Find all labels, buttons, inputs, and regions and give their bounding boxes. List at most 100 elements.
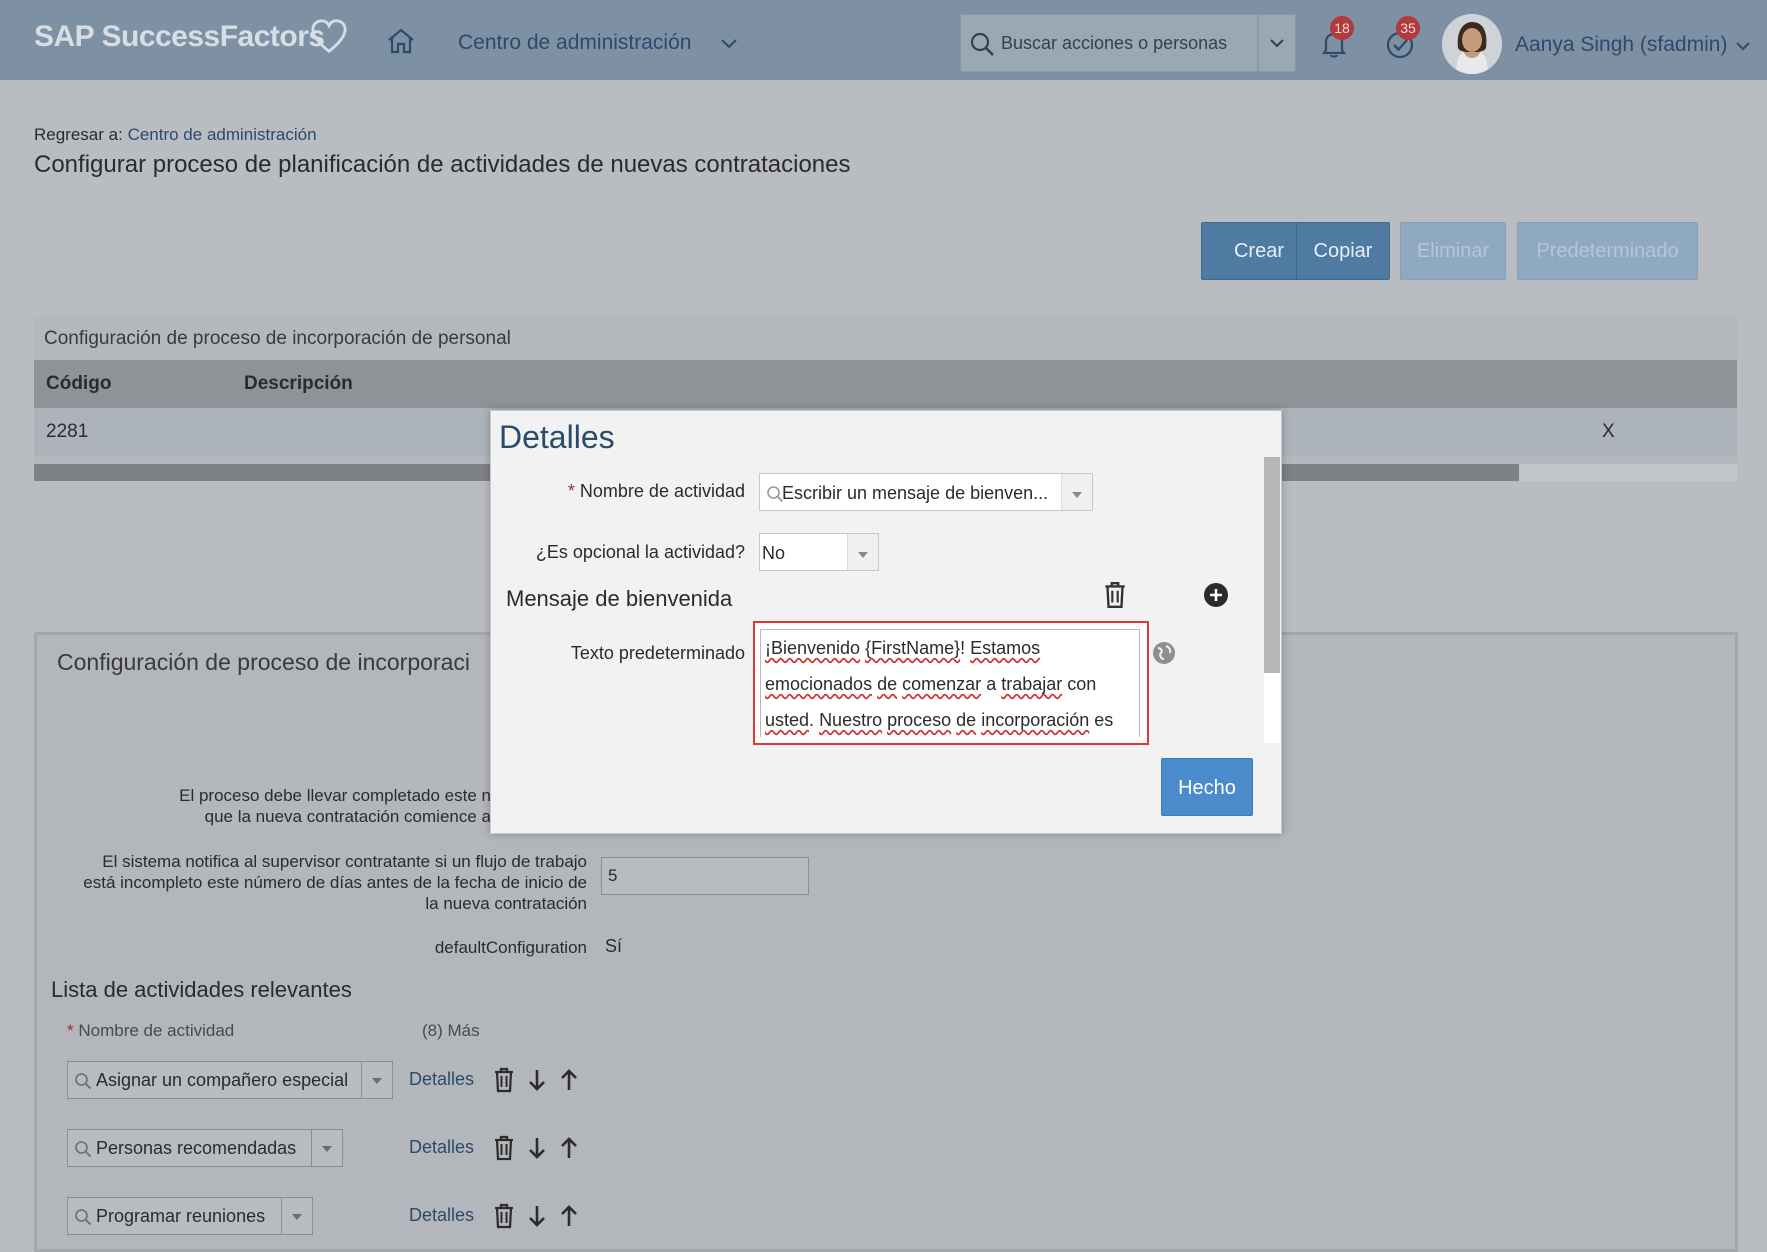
default-text-label: Texto predeterminado <box>570 643 745 663</box>
dialog-title: Detalles <box>499 419 615 455</box>
optional-label: ¿Es opcional la actividad? <box>535 542 745 562</box>
user-name[interactable]: Aanya Singh (sfadmin) <box>1515 33 1727 57</box>
dropdown-arrow[interactable] <box>281 1198 312 1234</box>
activity-details-link[interactable]: Detalles <box>409 1069 474 1090</box>
row-extra-value: X <box>1602 421 1615 442</box>
activity-combo-1[interactable]: Asignar un compañero especial <box>67 1061 393 1099</box>
trash-icon[interactable] <box>493 1203 515 1229</box>
more-activities-count[interactable]: (8) Más <box>422 1021 480 1041</box>
activity-name-combo[interactable]: Escribir un mensaje de bienven... <box>759 473 1093 511</box>
search-input[interactable]: Buscar acciones o personas <box>960 14 1258 72</box>
optional-select[interactable]: No <box>759 533 879 571</box>
details-dialog: Detalles * Nombre de actividad Escribir … <box>490 410 1282 834</box>
text-word: usted <box>765 710 810 730</box>
caret-down-icon <box>292 1214 302 1220</box>
default-text-highlight: ¡Bienvenido {FirstName}! Estamos emocion… <box>753 621 1149 745</box>
text-word: comenzar <box>902 674 982 694</box>
activity-name: Asignar un compañero especial <box>96 1070 349 1090</box>
arrow-down-icon[interactable] <box>527 1135 547 1161</box>
row-code: 2281 <box>46 421 89 442</box>
arrow-up-icon[interactable] <box>559 1203 579 1229</box>
text-word: proceso <box>887 710 952 730</box>
activity-details-link[interactable]: Detalles <box>409 1205 474 1226</box>
user-photo-icon <box>1442 14 1502 74</box>
welcome-message-heading: Mensaje de bienvenida <box>506 586 733 611</box>
label-line: está incompleto este número de días ante… <box>83 873 587 892</box>
dialog-scrollbar[interactable] <box>1264 457 1280 743</box>
add-circle-icon[interactable] <box>1203 582 1229 608</box>
search-placeholder: Buscar acciones o personas <box>1001 33 1228 53</box>
text-word: incorporación <box>981 710 1090 730</box>
text-word: {FirstName} <box>865 638 961 658</box>
trash-icon[interactable] <box>493 1135 515 1161</box>
nav-title[interactable]: Centro de administración <box>458 31 691 55</box>
activity-name-header: * Nombre de actividad <box>67 1021 234 1041</box>
copy-button[interactable]: Copiar <box>1296 222 1390 280</box>
dropdown-arrow[interactable] <box>361 1062 392 1098</box>
text-word: de <box>877 674 898 694</box>
activity-combo-2[interactable]: Personas recomendadas <box>67 1129 343 1167</box>
back-link[interactable]: Centro de administración <box>128 125 317 144</box>
activity-name-header-text: Nombre de actividad <box>78 1021 235 1040</box>
chevron-down-icon <box>1270 39 1284 48</box>
home-icon[interactable] <box>386 26 416 56</box>
default-text-area[interactable]: ¡Bienvenido {FirstName}! Estamos emocion… <box>760 629 1140 737</box>
text-word: ! <box>960 638 971 658</box>
text-word: emocionados <box>765 674 873 694</box>
activity-combo-3[interactable]: Programar reuniones <box>67 1197 313 1235</box>
arrow-up-icon[interactable] <box>559 1135 579 1161</box>
notifications-badge: 18 <box>1330 16 1354 40</box>
back-prefix: Regresar a: <box>34 125 123 144</box>
dropdown-arrow[interactable] <box>1061 474 1092 510</box>
tasks-badge: 35 <box>1396 16 1420 40</box>
process-table-title: Configuración de proceso de incorporació… <box>44 328 511 349</box>
text-word: Nuestro <box>819 710 883 730</box>
delete-button[interactable]: Eliminar <box>1400 222 1506 280</box>
activity-actions <box>493 1135 593 1163</box>
table-header: Código Descripción <box>34 360 1737 408</box>
dropdown-arrow[interactable] <box>311 1130 342 1166</box>
sap-successfactors-logo[interactable]: SAP SuccessFactors <box>34 20 325 54</box>
scrollbar-thumb[interactable] <box>1264 457 1280 673</box>
column-header-description[interactable]: Descripción <box>244 373 353 395</box>
activities-list-title: Lista de actividades relevantes <box>51 977 352 1002</box>
required-marker: * <box>567 481 580 501</box>
text-word: es <box>1094 710 1114 730</box>
label-line: El sistema notifica al supervisor contra… <box>102 852 587 871</box>
dropdown-arrow[interactable] <box>847 534 878 570</box>
activity-name: Programar reuniones <box>96 1206 266 1226</box>
avatar[interactable] <box>1442 14 1502 74</box>
activity-name: Personas recomendadas <box>96 1138 297 1158</box>
label-line: la nueva contratación <box>425 894 587 913</box>
arrow-down-icon[interactable] <box>527 1203 547 1229</box>
heart-logo-icon <box>311 19 347 54</box>
search-icon <box>75 1141 92 1158</box>
column-header-code[interactable]: Código <box>46 373 111 395</box>
text-word: con <box>1067 674 1097 694</box>
search-icon <box>970 32 994 56</box>
text-word: . <box>809 710 820 730</box>
globe-translate-icon[interactable] <box>1151 640 1177 666</box>
arrow-down-icon[interactable] <box>527 1067 547 1093</box>
activity-actions <box>493 1067 593 1095</box>
default-config-label: defaultConfiguration <box>434 938 587 957</box>
caret-down-icon <box>372 1078 382 1084</box>
search-icon <box>75 1073 92 1090</box>
notify-days-input[interactable]: 5 <box>601 857 809 895</box>
done-button[interactable]: Hecho <box>1161 758 1253 816</box>
caret-down-icon <box>1072 492 1082 498</box>
activity-actions <box>493 1203 593 1231</box>
chevron-down-icon[interactable] <box>720 36 738 50</box>
optional-value: No <box>762 543 786 563</box>
default-button[interactable]: Predeterminado <box>1517 222 1698 280</box>
trash-icon[interactable] <box>493 1067 515 1093</box>
caret-down-icon <box>322 1146 332 1152</box>
search-scope-dropdown[interactable] <box>1258 14 1296 72</box>
trash-icon[interactable] <box>1103 581 1127 609</box>
chevron-down-icon[interactable] <box>1735 40 1751 52</box>
arrow-up-icon[interactable] <box>559 1067 579 1093</box>
activity-name-label-text: Nombre de actividad <box>579 481 745 501</box>
page-title: Configurar proceso de planificación de a… <box>34 151 851 178</box>
text-word: de <box>956 710 977 730</box>
activity-details-link[interactable]: Detalles <box>409 1137 474 1158</box>
